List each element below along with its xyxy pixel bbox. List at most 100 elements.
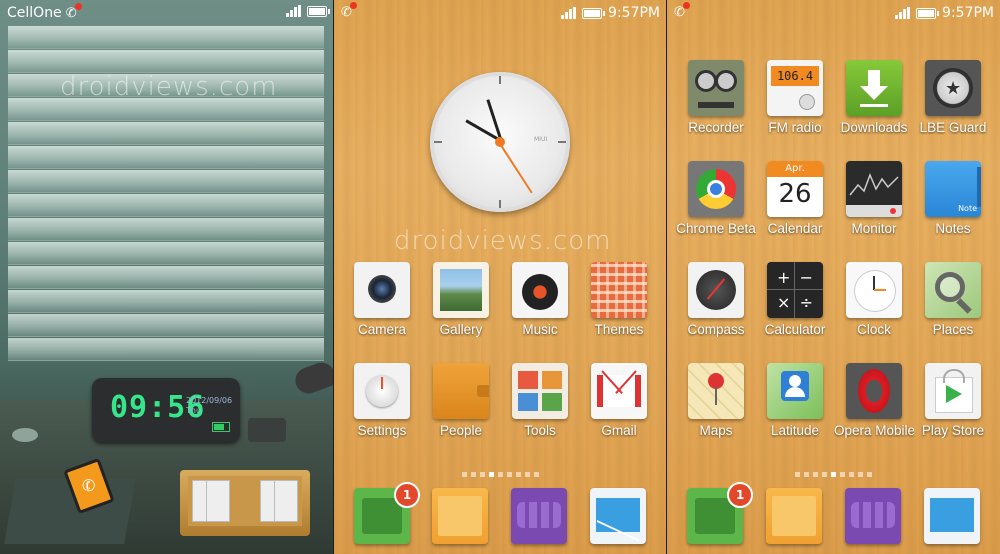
app-label: Settings <box>357 423 407 438</box>
signal-icon <box>286 5 301 17</box>
clock-center <box>495 137 505 147</box>
app-music[interactable]: Music <box>500 262 580 337</box>
tools-folder-icon <box>512 363 568 419</box>
app-calendar[interactable]: Apr. 26 Calendar <box>755 161 835 236</box>
lockscreen-panel: droidviews.com CellOne ✆ 09:56 2012/09/0… <box>0 0 333 554</box>
homescreen-panel-2: ✆ 9:57PM Recorder 106.4 FM radio Downloa… <box>667 0 1000 554</box>
contacts-book-icon <box>433 363 489 419</box>
places-icon <box>925 262 981 318</box>
clock-icon <box>846 262 902 318</box>
settings-dial-icon <box>354 363 410 419</box>
folder-icon <box>772 496 816 536</box>
app-lbe-guard[interactable]: ★ LBE Guard <box>913 60 993 135</box>
shopping-bag-icon <box>925 363 981 419</box>
phone-icon <box>695 498 735 534</box>
signal-icon <box>895 7 911 19</box>
clock-battery-icon <box>212 422 230 432</box>
dock-browser[interactable] <box>511 488 567 544</box>
status-bar: ✆ 9:57PM <box>667 0 1000 28</box>
chrome-icon <box>688 161 744 217</box>
app-gmail[interactable]: Gmail <box>579 363 659 438</box>
missed-call-badge: 1 <box>727 482 753 508</box>
app-places[interactable]: Places <box>913 262 993 337</box>
fm-frequency: 106.4 <box>776 69 814 83</box>
app-label: Recorder <box>688 120 744 135</box>
app-latitude[interactable]: Latitude <box>755 363 835 438</box>
app-themes[interactable]: Themes <box>579 262 659 337</box>
app-label: Clock <box>857 322 891 337</box>
status-bar: CellOne ✆ <box>0 0 333 28</box>
missed-call-icon: ✆ <box>341 2 357 20</box>
gallery-icon <box>433 262 489 318</box>
analog-clock-widget[interactable]: MIUI <box>430 72 570 212</box>
app-label: Maps <box>699 423 733 438</box>
digital-clock: 09:56 2012/09/06 Thu <box>92 378 240 442</box>
dock-messaging[interactable] <box>924 488 980 544</box>
calendar-day: 26 <box>778 179 812 209</box>
app-recorder[interactable]: Recorder <box>676 60 756 135</box>
phone-icon <box>362 498 402 534</box>
shield-badge-icon: ★ <box>925 60 981 116</box>
latitude-icon <box>767 363 823 419</box>
missed-call-badge: 1 <box>394 482 420 508</box>
desk-cup <box>12 428 38 442</box>
watermark-text: droidviews.com <box>394 226 612 256</box>
app-label: Play Store <box>921 423 985 438</box>
app-label: Downloads <box>840 120 908 135</box>
download-arrow-icon <box>846 60 902 116</box>
world-map-icon <box>851 502 895 528</box>
app-settings[interactable]: Settings <box>342 363 422 438</box>
dock-folder[interactable] <box>432 488 488 544</box>
signal-icon <box>561 7 577 19</box>
radio-icon: 106.4 <box>767 60 823 116</box>
app-tools[interactable]: Tools <box>500 363 580 438</box>
app-clock[interactable]: Clock <box>834 262 914 337</box>
status-bar: ✆ 9:57PM <box>334 0 666 28</box>
clock-date: 2012/09/06 <box>186 396 233 405</box>
app-opera-mobile[interactable]: Opera Mobile <box>834 363 914 438</box>
app-label: Gallery <box>439 322 483 337</box>
app-label: Calendar <box>767 221 823 236</box>
app-notes[interactable]: Note Notes <box>913 161 993 236</box>
dock-messaging[interactable] <box>590 488 646 544</box>
page-indicator <box>334 462 666 481</box>
app-chrome-beta[interactable]: Chrome Beta <box>676 161 756 236</box>
app-label: FM radio <box>768 120 822 135</box>
calendar-icon: Apr. 26 <box>767 161 823 217</box>
app-label: LBE Guard <box>919 120 987 135</box>
status-time: 9:57PM <box>608 5 660 21</box>
app-downloads[interactable]: Downloads <box>834 60 914 135</box>
calendar-month: Apr. <box>767 161 823 177</box>
app-camera[interactable]: Camera <box>342 262 422 337</box>
app-label: People <box>439 423 483 438</box>
app-play-store[interactable]: Play Store <box>913 363 993 438</box>
dock-browser[interactable] <box>845 488 901 544</box>
homescreen-panel-1: ✆ 9:57PM MIUI droidviews.com Camera Gall… <box>334 0 666 554</box>
status-time: 9:57PM <box>942 5 994 21</box>
app-label: Tools <box>524 423 556 438</box>
app-maps[interactable]: Maps <box>676 363 756 438</box>
dock-folder[interactable] <box>766 488 822 544</box>
app-people[interactable]: People <box>421 363 501 438</box>
battery-icon <box>307 5 330 17</box>
app-gallery[interactable]: Gallery <box>421 262 501 337</box>
carrier-name: CellOne <box>7 5 62 21</box>
camera-icon <box>354 262 410 318</box>
app-label: Latitude <box>770 423 820 438</box>
clock-brand: MIUI <box>534 136 548 143</box>
app-compass[interactable]: Compass <box>676 262 756 337</box>
app-calculator[interactable]: + − × ÷ Calculator <box>755 262 835 337</box>
app-monitor[interactable]: Monitor <box>834 161 914 236</box>
tape-recorder-icon <box>688 60 744 116</box>
map-pin-icon <box>688 363 744 419</box>
notes-icon: Note <box>925 161 981 217</box>
world-map-icon <box>517 502 561 528</box>
app-fm-radio[interactable]: 106.4 FM radio <box>755 60 835 135</box>
app-label: Gmail <box>601 423 637 438</box>
watermark-text: droidviews.com <box>60 72 278 102</box>
desk-device <box>248 418 286 442</box>
battery-icon <box>916 7 940 19</box>
clock-second-hand <box>498 142 533 194</box>
opera-icon <box>846 363 902 419</box>
message-tray[interactable] <box>180 470 310 536</box>
